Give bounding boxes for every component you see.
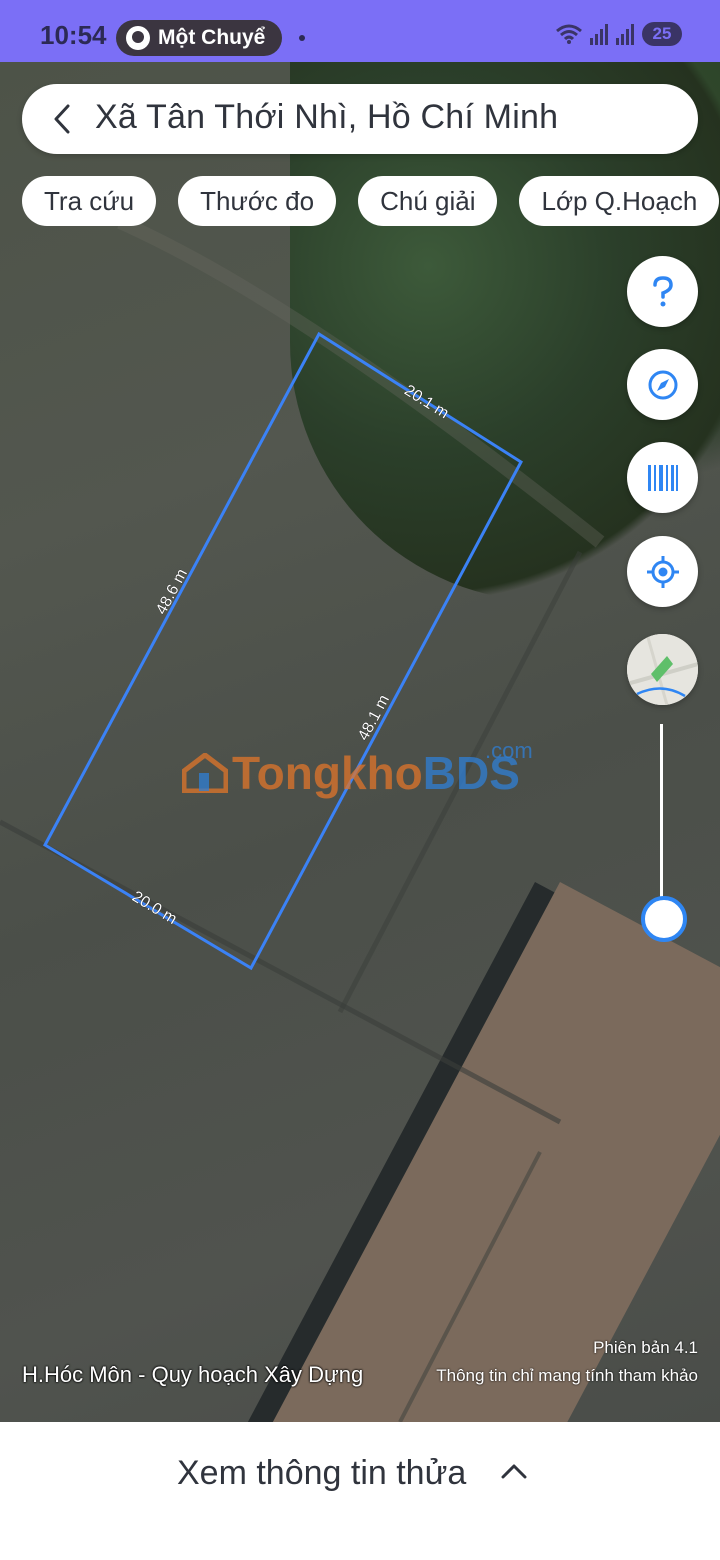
parcel-outline: 20.1 m 48.6 m 48.1 m 20.0 m <box>43 331 523 971</box>
parcel-info-label[interactable]: Xem thông tin thửa <box>177 1454 466 1493</box>
back-arrow-icon[interactable] <box>44 100 82 138</box>
map-source-label: H.Hóc Môn - Quy hoạch Xây Dựng <box>22 1362 364 1387</box>
minimap-icon <box>627 634 698 705</box>
measure-bottom: 20.0 m <box>129 888 180 928</box>
chip-lop-quy-hoach[interactable]: Lớp Q.Hoạch <box>519 176 720 226</box>
question-icon <box>652 275 673 306</box>
watermark-part1: Tongkho <box>232 747 423 799</box>
chip-chu-giai[interactable]: Chú giải <box>358 176 498 226</box>
watermark-suffix: .com <box>485 738 533 763</box>
status-bar: 10:54 Một Chuyể 25 <box>0 0 720 62</box>
signal-2-icon <box>616 23 634 45</box>
globe-icon <box>126 26 150 50</box>
chevron-up-icon[interactable] <box>498 1456 530 1488</box>
minimap-button[interactable] <box>627 634 698 705</box>
wifi-icon <box>556 24 582 44</box>
notification-pill[interactable]: Một Chuyể <box>116 20 282 56</box>
disclaimer-label: Thông tin chỉ mang tính tham khảo <box>436 1366 698 1385</box>
notification-dot <box>299 35 305 41</box>
measure-top: 20.1 m <box>401 382 451 422</box>
chip-thuoc-do[interactable]: Thước đo <box>178 176 337 226</box>
status-time: 10:54 <box>40 20 107 50</box>
locate-button[interactable] <box>627 536 698 607</box>
watermark: TongkhoBDS .com <box>181 738 533 800</box>
compass-button[interactable] <box>627 349 698 420</box>
version-label: Phiên bản 4.1 <box>593 1338 698 1357</box>
location-title: Xã Tân Thới Nhì, Hồ Chí Minh <box>95 98 559 136</box>
zoom-slider-track[interactable] <box>660 724 663 920</box>
help-button[interactable] <box>627 256 698 327</box>
barcode-icon <box>647 464 678 491</box>
zoom-slider-knob[interactable] <box>641 896 687 942</box>
barcode-button[interactable] <box>627 442 698 513</box>
locate-icon <box>646 555 679 588</box>
bottom-sheet[interactable]: Xem thông tin thửa <box>0 1422 720 1560</box>
map-view[interactable]: 20.1 m 48.6 m 48.1 m 20.0 m <box>0 62 720 1422</box>
system-icons: 25 <box>556 22 682 46</box>
measure-left: 48.6 m <box>153 566 191 617</box>
chip-tra-cuu[interactable]: Tra cứu <box>22 176 157 226</box>
chip-bar: Tra cứu Thước đo Chú giải Lớp Q.Hoạch <box>22 176 720 226</box>
compass-icon <box>648 370 677 399</box>
measure-right: 48.1 m <box>355 692 393 743</box>
house-logo-icon <box>181 750 229 794</box>
signal-icon <box>590 23 608 45</box>
notification-text: Một Chuyể <box>158 26 266 49</box>
search-bar[interactable]: Xã Tân Thới Nhì, Hồ Chí Minh <box>22 84 698 154</box>
battery-icon: 25 <box>642 22 682 46</box>
